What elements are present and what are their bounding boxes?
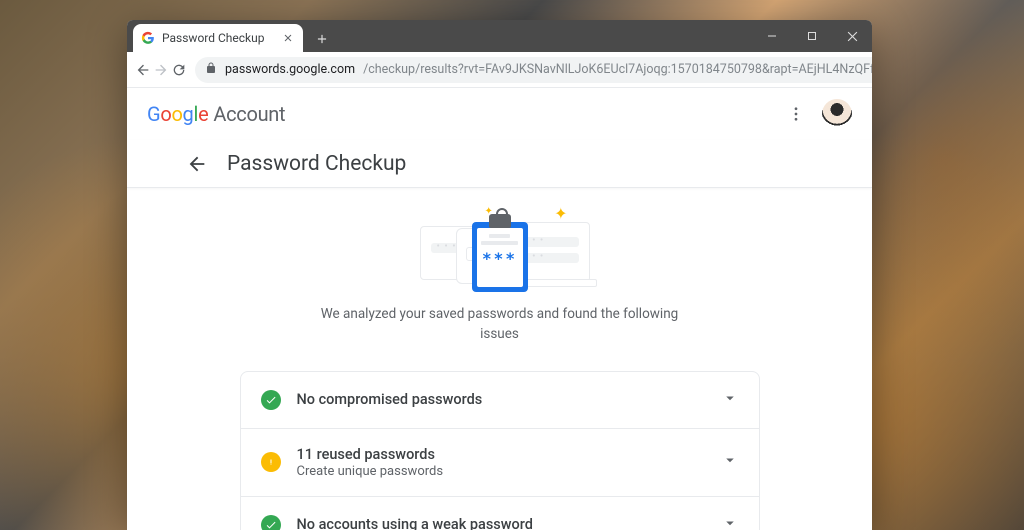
tab-title: Password Checkup	[162, 31, 274, 45]
maximize-button[interactable]	[792, 20, 832, 52]
lock-icon	[205, 62, 217, 78]
hero-illustration: ✦ ✦ ***	[370, 204, 630, 294]
back-button[interactable]	[135, 56, 151, 84]
browser-toolbar: passwords.google.com /checkup/results?rv…	[127, 52, 872, 88]
page-back-button[interactable]	[185, 152, 209, 176]
check-ok-icon	[261, 515, 281, 530]
result-row-weak[interactable]: No accounts using a weak password	[241, 496, 759, 530]
check-ok-icon	[261, 390, 281, 410]
clipboard-icon: ***	[472, 222, 528, 292]
chevron-down-icon	[721, 451, 739, 473]
hero: ✦ ✦ *** We analyzed your saved passwor	[127, 188, 872, 353]
titlebar: Password Checkup	[127, 20, 872, 52]
page-content: Google Account Password Checkup ✦ ✦	[127, 88, 872, 530]
page-title: Password Checkup	[227, 152, 406, 176]
brand-suffix: Account	[213, 102, 285, 126]
hero-summary: We analyzed your saved passwords and fou…	[320, 304, 680, 345]
row-subtitle: Create unique passwords	[297, 464, 705, 479]
url-host: passwords.google.com	[225, 62, 355, 77]
results-panel: No compromised passwords 11 reused passw…	[240, 371, 760, 530]
chevron-down-icon	[721, 514, 739, 530]
row-title: 11 reused passwords	[297, 446, 705, 463]
reload-button[interactable]	[171, 56, 187, 84]
check-warn-icon	[261, 452, 281, 472]
asterisks: ***	[482, 249, 517, 268]
app-menu-icon[interactable]	[782, 100, 810, 128]
row-title: No compromised passwords	[297, 391, 705, 408]
google-account-logo[interactable]: Google Account	[147, 102, 285, 126]
forward-button[interactable]	[153, 56, 169, 84]
result-row-compromised[interactable]: No compromised passwords	[241, 372, 759, 428]
google-favicon	[141, 31, 155, 45]
minimize-button[interactable]	[752, 20, 792, 52]
page-sub-header: Password Checkup	[127, 140, 872, 188]
app-header: Google Account	[127, 88, 872, 140]
tab-active[interactable]: Password Checkup	[133, 24, 303, 52]
avatar[interactable]	[822, 99, 852, 129]
new-tab-button[interactable]	[309, 26, 335, 52]
url-path: /checkup/results?rvt=FAv9JKSNavNlLJoK6EU…	[363, 62, 872, 77]
address-bar[interactable]: passwords.google.com /checkup/results?rv…	[195, 57, 872, 83]
tab-close-icon[interactable]	[281, 31, 295, 45]
tabstrip: Password Checkup	[127, 20, 752, 52]
window-controls	[752, 20, 872, 52]
chevron-down-icon	[721, 389, 739, 411]
result-row-reused[interactable]: 11 reused passwords Create unique passwo…	[241, 428, 759, 496]
row-title: No accounts using a weak password	[297, 516, 705, 530]
browser-window: Password Checkup passwords.google.com /c…	[127, 20, 872, 530]
close-window-button[interactable]	[832, 20, 872, 52]
